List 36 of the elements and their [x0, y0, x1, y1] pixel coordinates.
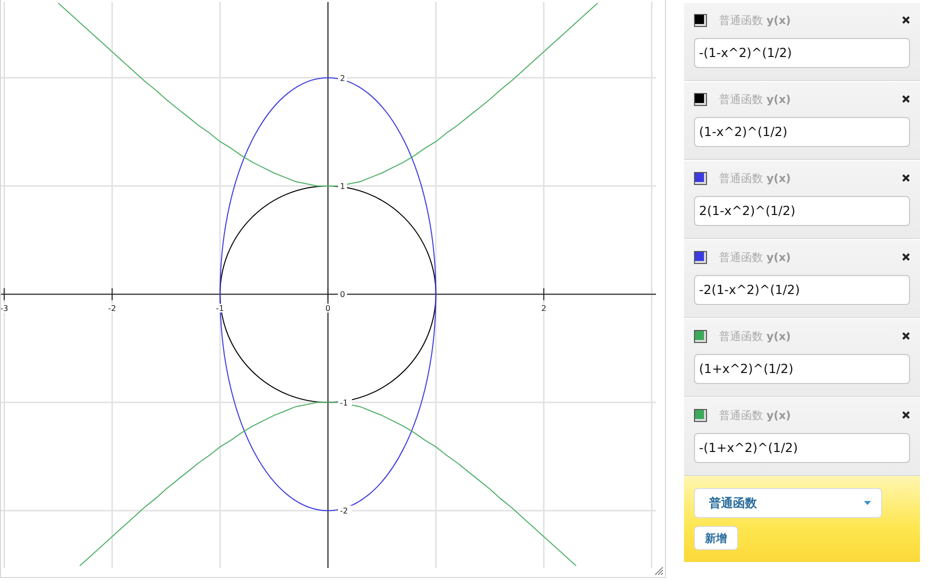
color-swatch-icon[interactable]	[694, 330, 707, 342]
close-icon[interactable]	[902, 174, 910, 182]
expression-field[interactable]: (1-x^2)^(1/2)	[694, 117, 910, 147]
add-button[interactable]: 新增	[694, 526, 738, 550]
color-swatch-icon[interactable]	[694, 172, 707, 184]
expression-field[interactable]: -2(1-x^2)^(1/2)	[694, 275, 910, 305]
function-type-label: 普通函数 y(x)	[719, 328, 792, 344]
expression-field[interactable]: (1+x^2)^(1/2)	[694, 354, 910, 384]
color-swatch-icon[interactable]	[694, 250, 707, 264]
y-tick-label: -2	[340, 506, 348, 516]
x-tick-label: 2	[541, 304, 546, 314]
y-tick-label: -1	[340, 398, 348, 408]
expression-field[interactable]: -(1+x^2)^(1/2)	[694, 433, 910, 463]
color-swatch-icon[interactable]	[694, 14, 707, 26]
y-tick-label: 1	[340, 182, 346, 191]
expression-field[interactable]: -(1-x^2)^(1/2)	[694, 38, 910, 68]
color-swatch-icon[interactable]	[694, 408, 707, 422]
close-icon[interactable]	[902, 411, 910, 419]
x-tick-label: -2	[108, 304, 116, 314]
function-type-label: 普通函数 y(x)	[719, 170, 792, 186]
expression-field[interactable]: 2(1-x^2)^(1/2)	[694, 196, 910, 226]
close-icon[interactable]	[902, 253, 910, 261]
x-tick-label: -3	[1, 304, 8, 314]
caret-icon	[864, 501, 871, 505]
close-icon[interactable]	[902, 16, 910, 24]
color-swatch-icon[interactable]	[694, 92, 707, 106]
close-icon[interactable]	[902, 332, 910, 340]
function-type-label: 普通函数 y(x)	[719, 250, 792, 264]
close-icon[interactable]	[902, 95, 910, 103]
function-type-label: 普通函数 y(x)	[719, 12, 792, 28]
function-type-select[interactable]: 普通函数	[694, 488, 882, 518]
y-tick-label: 2	[340, 74, 346, 83]
y-tick-label: 0	[340, 290, 346, 300]
function-type-label: 普通函数 y(x)	[719, 408, 792, 422]
resize-grip-icon[interactable]	[655, 567, 663, 575]
function-type-label: 普通函数 y(x)	[719, 92, 792, 106]
